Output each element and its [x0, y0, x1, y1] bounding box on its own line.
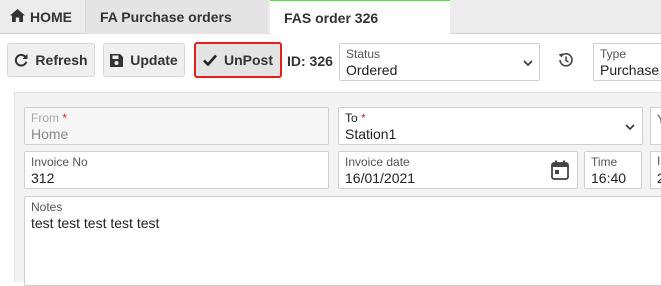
- toolbar: Refresh Update UnPost ID: 326 Status Ord…: [0, 34, 661, 88]
- history-button[interactable]: [549, 45, 583, 79]
- tab-fas-order[interactable]: FAS order 326: [270, 0, 450, 34]
- tab-home[interactable]: HOME: [0, 0, 85, 34]
- to-select[interactable]: To * Station1: [338, 107, 643, 145]
- invoice-date-label: Invoice date: [345, 155, 410, 169]
- notes-field[interactable]: Notes test test test test test: [24, 196, 661, 286]
- refresh-icon: [14, 53, 28, 67]
- refresh-button[interactable]: Refresh: [7, 43, 95, 77]
- notes-label: Notes: [31, 200, 63, 214]
- required-star: *: [62, 111, 68, 125]
- tab-home-label: HOME: [30, 9, 72, 25]
- edge-field-row2-label: I: [657, 154, 661, 168]
- unpost-button-label: UnPost: [224, 52, 273, 68]
- tab-purchase-orders[interactable]: FA Purchase orders: [85, 0, 268, 34]
- edge-field-row2-value: 2: [657, 170, 661, 186]
- chevron-down-icon: [523, 58, 533, 70]
- check-icon: [203, 54, 217, 66]
- update-button-label: Update: [130, 52, 178, 68]
- order-id: ID: 326: [287, 53, 333, 69]
- history-icon: [558, 52, 574, 73]
- invoice-no-value: 312: [31, 170, 55, 186]
- refresh-button-label: Refresh: [35, 52, 88, 68]
- notes-value: test test test test test: [31, 215, 160, 231]
- type-select[interactable]: Type Purchase: [593, 43, 661, 81]
- status-value: Ordered: [346, 62, 398, 78]
- tab-bar: HOME FA Purchase orders FAS order 326: [0, 0, 661, 34]
- tab-fas-order-label: FAS order 326: [284, 9, 379, 26]
- from-label: From: [31, 111, 59, 125]
- status-label: Status: [346, 47, 381, 61]
- invoice-no-field[interactable]: Invoice No 312: [24, 151, 329, 189]
- status-select[interactable]: Status Ordered: [339, 43, 540, 81]
- edge-field-row1[interactable]: Y: [650, 107, 661, 145]
- time-label: Time: [591, 155, 618, 169]
- time-field[interactable]: Time 16:40: [584, 151, 642, 189]
- save-icon: [110, 53, 124, 67]
- edge-field-row1-label: Y: [657, 112, 661, 126]
- required-star: *: [361, 111, 366, 125]
- from-value: Home: [31, 126, 69, 142]
- to-label: To: [345, 111, 358, 125]
- calendar-icon[interactable]: [551, 160, 569, 185]
- home-icon: [10, 9, 25, 25]
- invoice-date-value: 16/01/2021: [345, 170, 416, 186]
- type-value: Purchase: [600, 62, 660, 78]
- type-label: Type: [600, 47, 627, 61]
- to-value: Station1: [345, 126, 397, 142]
- unpost-button[interactable]: UnPost: [194, 42, 282, 78]
- invoice-no-label: Invoice No: [31, 155, 88, 169]
- update-button[interactable]: Update: [103, 43, 185, 77]
- from-field: From * Home: [24, 107, 329, 145]
- chevron-down-icon: [625, 122, 635, 134]
- time-value: 16:40: [591, 170, 627, 186]
- edge-field-row2[interactable]: I 2: [650, 151, 661, 189]
- tab-purchase-orders-label: FA Purchase orders: [100, 9, 232, 25]
- invoice-date-field[interactable]: Invoice date 16/01/2021: [338, 151, 578, 189]
